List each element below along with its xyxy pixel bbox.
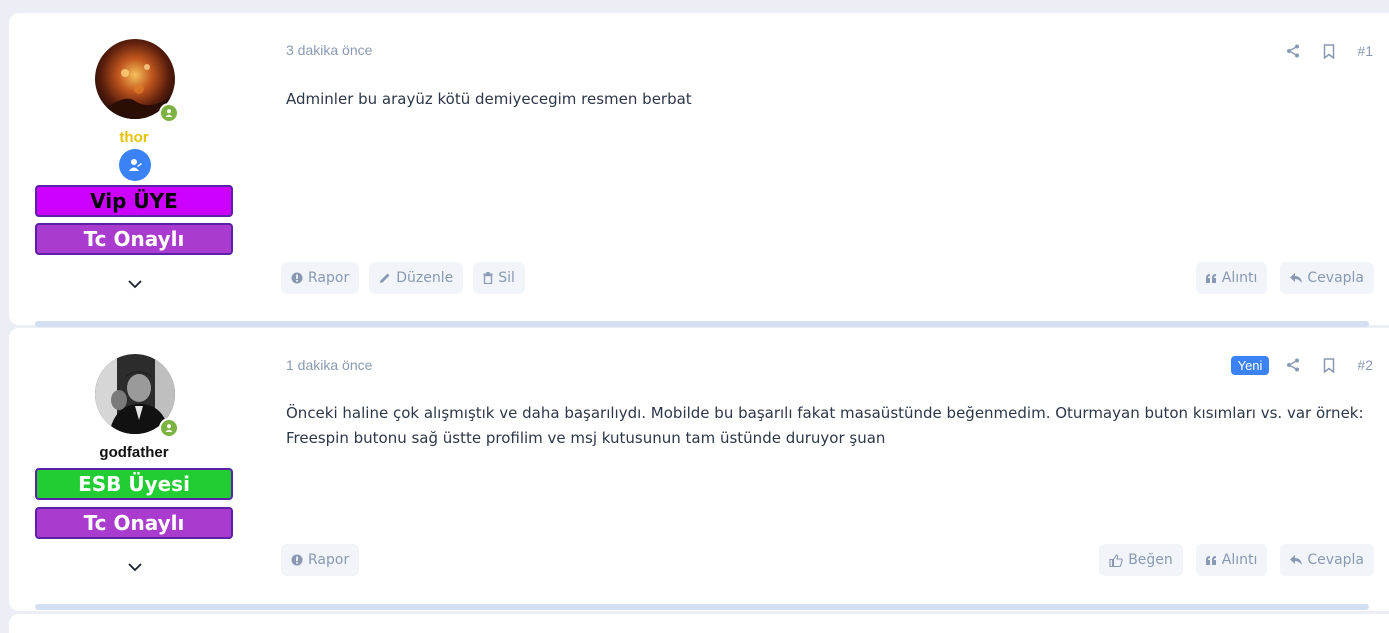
report-label: Rapor — [308, 270, 350, 286]
reply-button[interactable]: Cevapla — [1280, 262, 1374, 294]
info-circle-icon — [291, 272, 303, 284]
post-body: Adminler bu arayüz kötü demiyecegim resm… — [286, 90, 692, 108]
quote-label: Alıntı — [1221, 270, 1258, 286]
next-post-top-edge — [9, 614, 1389, 633]
reply-label: Cevapla — [1307, 270, 1364, 286]
report-label: Rapor — [308, 552, 350, 568]
post-divider — [35, 604, 1369, 610]
post-number[interactable]: #1 — [1357, 43, 1373, 59]
chevron-down-icon[interactable] — [127, 562, 143, 572]
quote-button[interactable]: Alıntı — [1195, 544, 1268, 576]
user-badge-tc-onayli: Tc Onaylı — [35, 223, 233, 255]
user-badge-vip: Vip ÜYE — [35, 185, 233, 217]
quote-icon — [1205, 555, 1216, 565]
post-left-buttons: Rapor — [281, 544, 360, 576]
staff-role-icon — [119, 149, 151, 181]
username[interactable]: godfather — [35, 444, 233, 461]
edit-label: Düzenle — [396, 270, 454, 286]
post-user-column: thor Vip ÜYE Tc Onaylı — [35, 13, 233, 325]
new-post-badge: Yeni — [1230, 355, 1270, 375]
online-status-icon — [159, 418, 179, 438]
post-top-actions: Yeni #2 — [1230, 353, 1373, 377]
quote-icon — [1205, 273, 1216, 283]
report-button[interactable]: Rapor — [281, 544, 360, 576]
post-time[interactable]: 1 dakika önce — [286, 357, 372, 373]
quote-label: Alıntı — [1221, 552, 1258, 568]
reply-button[interactable]: Cevapla — [1280, 544, 1374, 576]
post-top-actions: #1 — [1275, 39, 1373, 63]
post-body: Önceki haline çok alışmıştık ve daha baş… — [286, 404, 1364, 447]
edit-button[interactable]: Düzenle — [369, 262, 464, 294]
pencil-icon — [380, 273, 390, 283]
like-button[interactable]: Beğen — [1099, 544, 1183, 576]
reply-icon — [1290, 273, 1303, 283]
post-2: godfather ESB Üyesi Tc Onaylı 1 dakika ö… — [9, 328, 1389, 611]
user-badge-tc-onayli: Tc Onaylı — [35, 507, 233, 539]
username[interactable]: thor — [35, 129, 233, 146]
share-icon[interactable] — [1275, 39, 1311, 63]
report-button[interactable]: Rapor — [281, 262, 360, 294]
post-user-column: godfather ESB Üyesi Tc Onaylı — [35, 328, 233, 611]
post-time[interactable]: 3 dakika önce — [286, 42, 372, 58]
post-1: thor Vip ÜYE Tc Onaylı 3 dakika önce #1 … — [9, 13, 1389, 325]
post-number[interactable]: #2 — [1357, 357, 1373, 373]
user-badge-esb-uyesi: ESB Üyesi — [35, 468, 233, 500]
username-text[interactable]: thor — [119, 129, 148, 146]
thumbs-up-icon — [1109, 553, 1123, 567]
share-icon[interactable] — [1275, 353, 1311, 377]
chevron-down-icon[interactable] — [127, 279, 143, 289]
username-text[interactable]: godfather — [99, 444, 168, 461]
post-left-buttons: Rapor Düzenle Sil — [281, 262, 525, 294]
reply-label: Cevapla — [1307, 552, 1364, 568]
delete-button[interactable]: Sil — [473, 262, 525, 294]
online-status-icon — [159, 103, 179, 123]
reply-icon — [1290, 555, 1303, 565]
bookmark-icon[interactable] — [1311, 39, 1347, 63]
delete-label: Sil — [498, 270, 515, 286]
info-circle-icon — [291, 554, 303, 566]
post-divider — [35, 321, 1369, 327]
quote-button[interactable]: Alıntı — [1195, 262, 1268, 294]
trash-icon — [483, 272, 493, 284]
bookmark-icon[interactable] — [1311, 353, 1347, 377]
post-right-buttons: Alıntı Cevapla — [1195, 262, 1374, 294]
like-label: Beğen — [1128, 552, 1173, 568]
post-right-buttons: Beğen Alıntı Cevapla — [1099, 544, 1374, 576]
